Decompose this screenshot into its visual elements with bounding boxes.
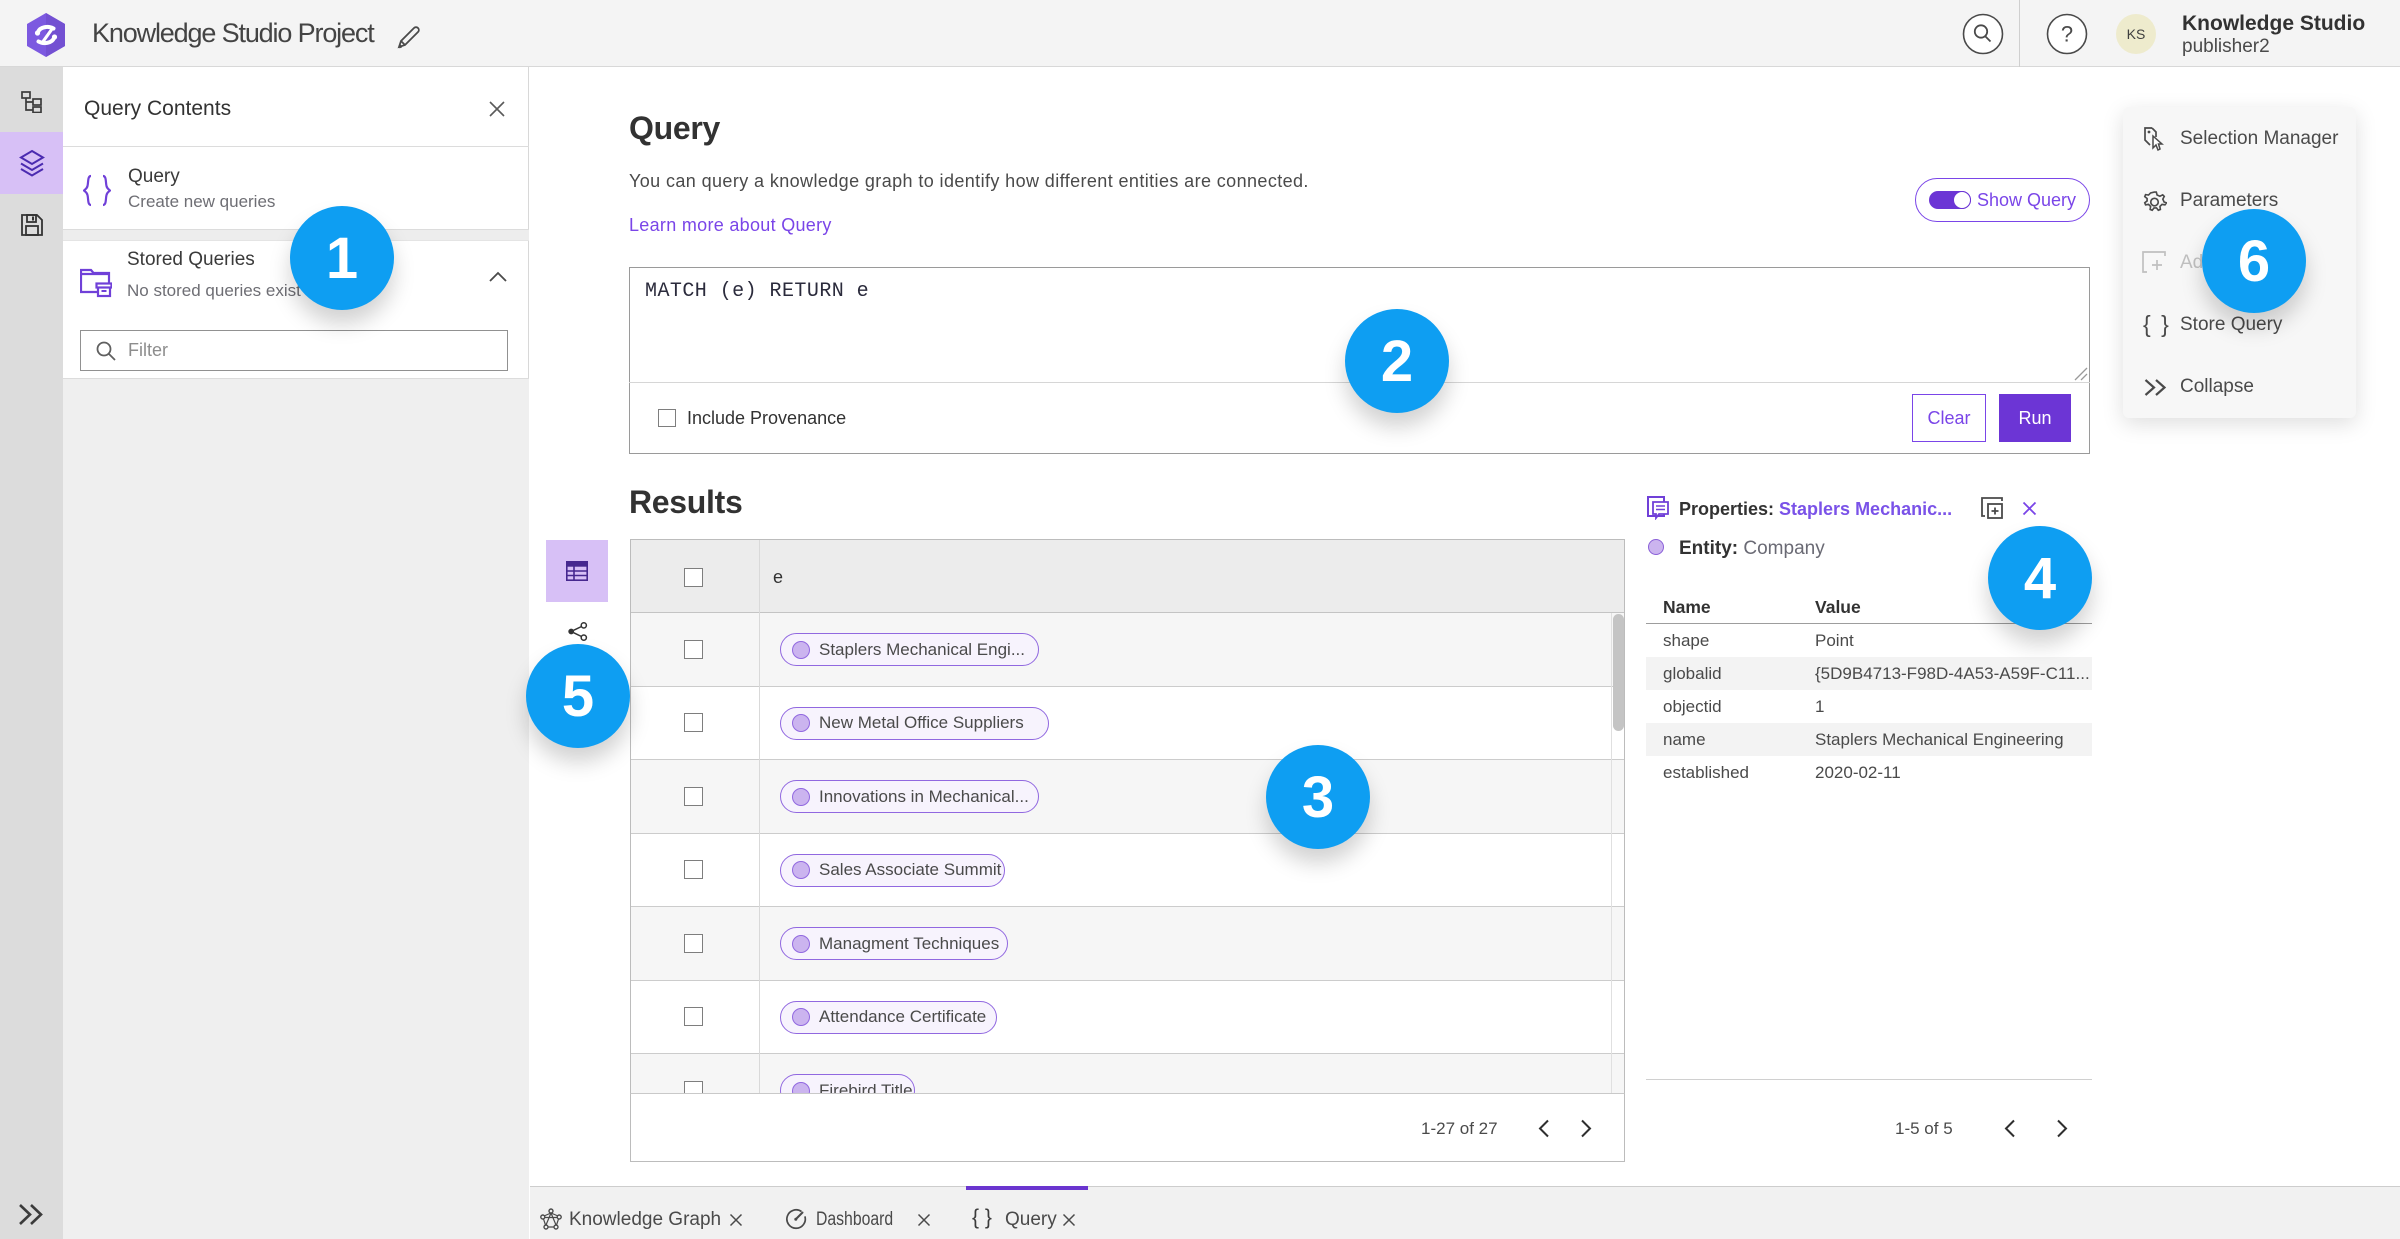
svg-text:?: ?: [2061, 22, 2073, 47]
